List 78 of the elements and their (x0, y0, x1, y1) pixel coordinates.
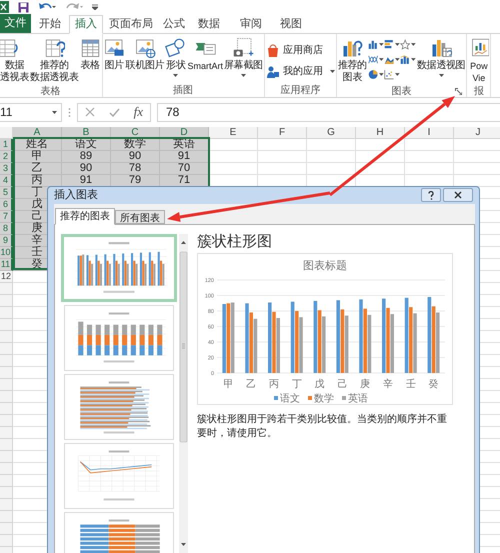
cell: 姓名 (13, 139, 62, 151)
legend-label: 英语 (348, 393, 368, 404)
column-header[interactable]: G (307, 127, 356, 139)
cell: 乙 (13, 163, 62, 175)
cell: 79 (111, 175, 160, 187)
group-label: 报 (474, 84, 484, 98)
ribbon-button[interactable]: 联机图片 (126, 37, 164, 72)
formula-input[interactable]: 78 (157, 102, 500, 122)
axis-label: 乙 (246, 378, 256, 390)
column-header[interactable]: J (454, 127, 500, 139)
name-box[interactable]: 11 (0, 102, 62, 122)
row-header[interactable]: 11 (0, 259, 13, 271)
dialog-tab[interactable]: 所有图表 (115, 210, 165, 224)
ribbon-tab[interactable]: 审阅 (229, 15, 273, 33)
ribbon-button[interactable]: 推荐的 图表 (338, 37, 367, 84)
cell: 91 (160, 151, 209, 163)
group-label: 应用程序 (280, 84, 320, 98)
axis-label: 庚 (360, 378, 370, 390)
ribbon-button[interactable]: 图片 (104, 37, 125, 72)
ribbon-tab[interactable]: 数据 (189, 15, 229, 33)
row-header[interactable]: 4 (0, 175, 13, 187)
axis-label: 癸 (428, 378, 439, 390)
cell: 90 (62, 163, 111, 175)
row-header[interactable]: 3 (0, 163, 13, 175)
group-label: 图表 (392, 84, 412, 98)
row-header[interactable]: 7 (0, 211, 13, 223)
row-header[interactable]: 8 (0, 223, 13, 235)
chart-title: 图表标题 (303, 260, 347, 272)
axis-label: 丁 (292, 378, 302, 390)
dialog-tab[interactable]: 推荐的图表 (55, 208, 115, 224)
column-header[interactable]: F (258, 127, 307, 139)
ribbon-button[interactable]: 形状 (165, 37, 186, 77)
ribbon-button[interactable]: 数据透视图 (416, 37, 466, 77)
row-header[interactable]: 5 (0, 187, 13, 199)
row-header[interactable]: 2 (0, 151, 13, 163)
ribbon-tab[interactable]: 页面布局 (103, 15, 159, 33)
group-label: 插图 (173, 84, 194, 98)
cell: 78 (111, 163, 160, 175)
axis-label: 戊 (314, 378, 325, 390)
chart-type-title: 簇状柱形图 (197, 232, 272, 252)
column-header[interactable]: I (405, 127, 454, 139)
cell: 甲 (13, 151, 62, 163)
column-header[interactable]: E (209, 127, 258, 139)
axis-label: 己 (337, 378, 348, 390)
row-header[interactable]: 1 (0, 139, 13, 151)
axis-label: 丙 (269, 378, 279, 390)
ribbon-button[interactable]: 数据 透视表 (0, 37, 30, 84)
row-header[interactable]: 9 (0, 235, 13, 247)
ribbon-button[interactable]: 应用商店 (266, 43, 335, 58)
cell: 91 (62, 175, 111, 187)
row-header[interactable]: 6 (0, 199, 13, 211)
ribbon-button[interactable]: 推荐的 数据透视表 (30, 37, 79, 84)
cell: 89 (62, 151, 111, 163)
cell: 90 (111, 151, 160, 163)
legend-label: 数学 (314, 393, 334, 404)
cell: 丙 (13, 175, 62, 187)
ribbon-button[interactable]: 我的应用 (266, 64, 335, 79)
column-header[interactable]: H (356, 127, 405, 139)
cell: 70 (160, 163, 209, 175)
ribbon-tab[interactable]: 视图 (273, 15, 309, 33)
ribbon-tab[interactable]: 开始 (31, 15, 69, 33)
ribbon-tab[interactable]: 文件 (0, 14, 31, 33)
ribbon-tab[interactable]: 插入 (69, 15, 103, 34)
axis-label: 壬 (406, 378, 416, 390)
row-header[interactable]: 12 (0, 271, 13, 283)
ribbon-button[interactable]: SmartArt (187, 37, 223, 72)
row-header[interactable]: 10 (0, 247, 13, 259)
insert-function-button[interactable]: fx (134, 102, 144, 122)
cell: 71 (160, 175, 209, 187)
ribbon-button[interactable]: 屏幕截图 (224, 37, 263, 77)
axis-label: 甲 (223, 378, 234, 390)
ribbon-tab[interactable]: 公式 (159, 15, 189, 33)
ribbon-button[interactable]: Pow Vie (468, 37, 490, 84)
chart-description: 簇状柱形图用于跨若干类别比较值。当类别的顺序并不重要时，请使用它。 (197, 412, 448, 440)
axis-label: 辛 (383, 378, 393, 390)
group-label: 表格 (40, 84, 60, 98)
ribbon-button[interactable]: 表格 (80, 37, 101, 72)
legend-label: 语文 (280, 393, 300, 404)
